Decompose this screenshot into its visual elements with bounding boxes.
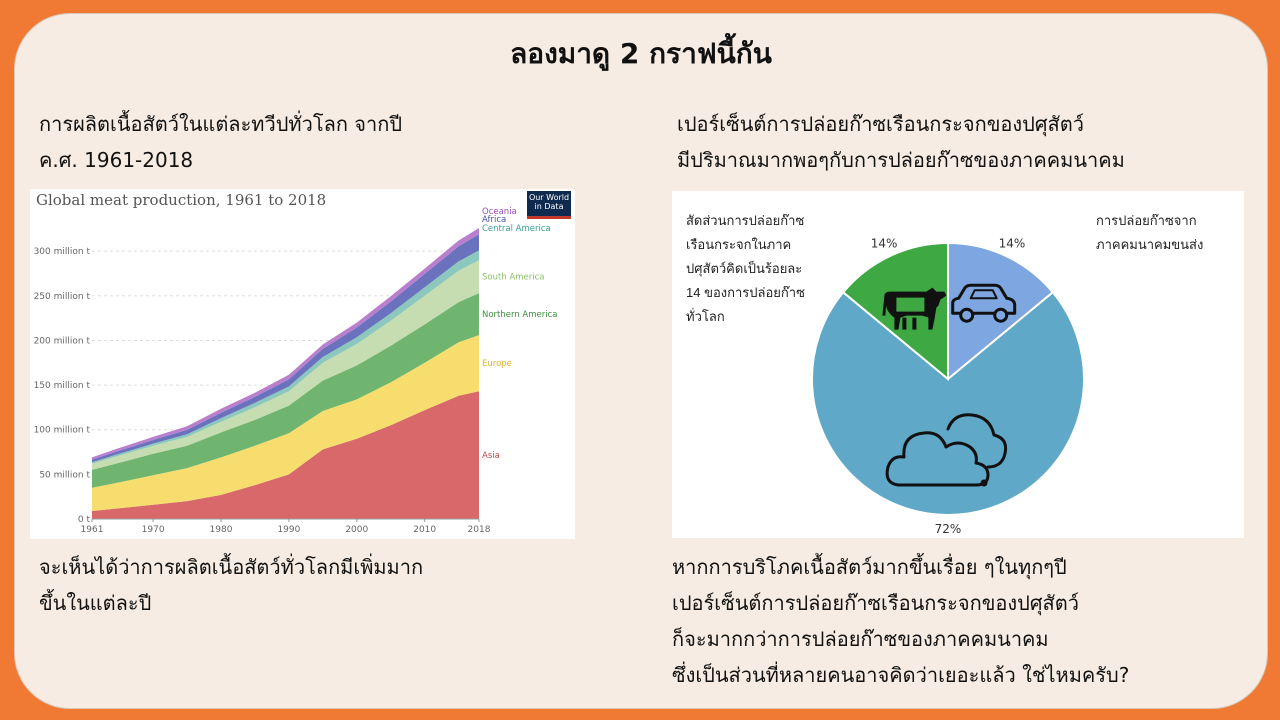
x-tick-label: 2018 (468, 525, 491, 535)
pie-percent-label: 14% (999, 236, 1026, 250)
x-tick-label: 1961 (81, 525, 104, 535)
y-tick-label: 200 million t (34, 336, 91, 346)
slide: ลองมาดู 2 กราฟนี้กัน การผลิตเนื้อสัตว์ใน… (14, 13, 1268, 709)
series-label: Europe (482, 359, 512, 369)
x-tick-label: 2010 (413, 525, 436, 535)
slide-title: ลองมาดู 2 กราฟนี้กัน (510, 37, 772, 70)
series-label: South America (482, 273, 544, 283)
right-conclusion-line: ก็จะมากกว่าการปล่อยก๊าซของภาคคมนาคม (672, 627, 1049, 651)
pie-percent-label: 72% (935, 522, 962, 536)
series-label: Asia (482, 451, 500, 461)
pie-percent-label: 14% (871, 236, 898, 250)
left-heading: การผลิตเนื้อสัตว์ในแต่ละทวีปทั่วโลก จากป… (39, 106, 402, 178)
y-tick-label: 0 t (78, 515, 91, 525)
left-heading-line: การผลิตเนื้อสัตว์ในแต่ละทวีปทั่วโลก จากป… (39, 112, 403, 136)
series-label: Central America (482, 224, 551, 234)
left-heading-line: ค.ศ. 1961-2018 (39, 148, 194, 172)
right-conclusion-line: หากการบริโภคเนื้อสัตว์มากขึ้นเรื่อย ๆในท… (672, 555, 1067, 579)
right-conclusion: หากการบริโภคเนื้อสัตว์มากขึ้นเรื่อย ๆในท… (672, 549, 1129, 693)
x-tick-label: 1990 (277, 525, 300, 535)
meat-production-chart: Global meat production, 1961 to 2018 Our… (30, 189, 575, 539)
y-tick-label: 50 million t (39, 470, 90, 480)
left-conclusion-line: จะเห็นได้ว่าการผลิตเนื้อสัตว์ทั่วโลกมีเพ… (39, 555, 424, 579)
y-tick-label: 150 million t (34, 381, 91, 391)
right-heading-line: มีปริมาณมากพอๆกับการปล่อยก๊าซของภาคคมนาค… (677, 148, 1125, 172)
series-label: Oceania (482, 207, 517, 217)
x-tick-label: 2000 (345, 525, 368, 535)
right-heading-line: เปอร์เซ็นต์การปล่อยก๊าซเรือนกระจกของปศุส… (677, 112, 1084, 136)
x-tick-label: 1970 (142, 525, 165, 535)
pie-chart-svg: 14% 72% 14% (811, 236, 1085, 536)
left-conclusion-line: ขึ้นในแต่ละปี (39, 591, 152, 615)
left-conclusion: จะเห็นได้ว่าการผลิตเนื้อสัตว์ทั่วโลกมีเพ… (39, 549, 423, 621)
area-chart-svg: 0 t 50 million t 100 million t 150 million … (34, 207, 558, 535)
y-tick-label: 300 million t (34, 247, 91, 257)
emissions-pie-panel: สัดส่วนการปล่อยก๊าซ เรือนกระจกในภาค ปศุส… (672, 191, 1244, 538)
x-tick-label: 1980 (210, 525, 233, 535)
y-tick-label: 250 million t (34, 292, 91, 302)
right-conclusion-line: เปอร์เซ็นต์การปล่อยก๊าซเรือนกระจกของปศุส… (672, 591, 1079, 615)
right-conclusion-line: ซึ่งเป็นส่วนที่หลายคนอาจคิดว่าเยอะแล้ว ใ… (672, 663, 1130, 687)
y-tick-label: 100 million t (34, 426, 91, 436)
series-label: Northern America (482, 310, 558, 320)
right-heading: เปอร์เซ็นต์การปล่อยก๊าซเรือนกระจกของปศุส… (677, 106, 1125, 178)
